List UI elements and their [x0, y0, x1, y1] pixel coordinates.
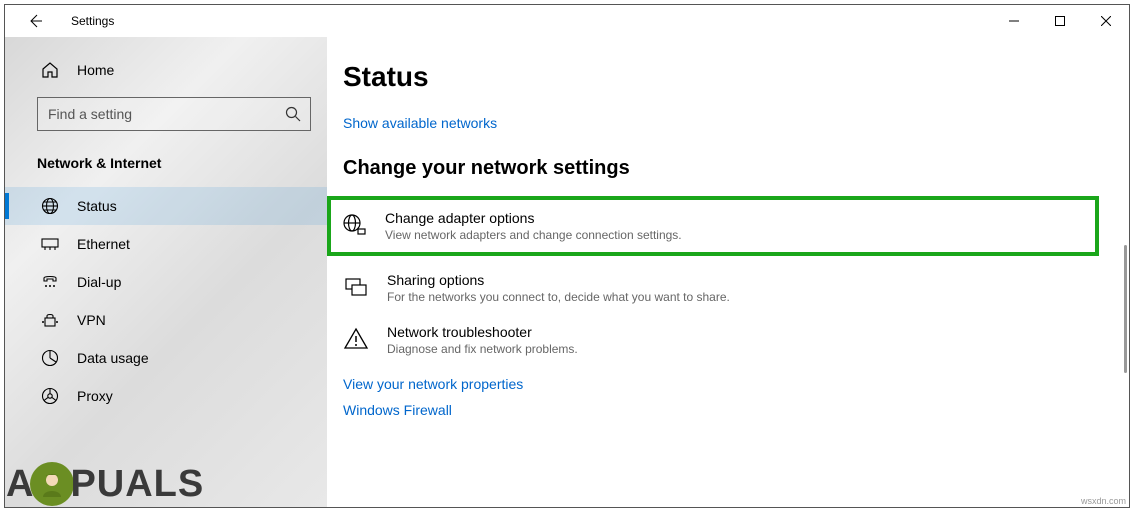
network-troubleshooter[interactable]: Network troubleshooter Diagnose and fix … — [343, 314, 1099, 366]
sidebar-item-data-usage[interactable]: Data usage — [5, 339, 327, 377]
minimize-button[interactable] — [991, 5, 1037, 37]
option-desc: Diagnose and fix network problems. — [387, 342, 578, 356]
sidebar-item-label: Status — [77, 198, 117, 214]
sidebar-item-vpn[interactable]: VPN — [5, 301, 327, 339]
home-icon — [41, 61, 59, 79]
close-button[interactable] — [1083, 5, 1129, 37]
sharing-options[interactable]: Sharing options For the networks you con… — [343, 262, 1099, 314]
watermark-logo: A PUALS — [6, 462, 204, 506]
proxy-icon — [41, 387, 59, 405]
change-adapter-options[interactable]: Change adapter options View network adap… — [341, 206, 1085, 246]
troubleshoot-icon — [343, 326, 369, 352]
maximize-button[interactable] — [1037, 5, 1083, 37]
main-content: Status Show available networks Change yo… — [327, 37, 1129, 507]
sidebar-category: Network & Internet — [5, 149, 327, 177]
ethernet-icon — [41, 235, 59, 253]
watermark-text: wsxdn.com — [1081, 496, 1126, 506]
arrow-left-icon — [27, 13, 43, 29]
sidebar-item-label: Proxy — [77, 388, 113, 404]
section-header: Change your network settings — [343, 157, 1099, 180]
sidebar-item-label: Data usage — [77, 350, 149, 366]
option-desc: View network adapters and change connect… — [385, 228, 682, 242]
home-nav[interactable]: Home — [5, 55, 327, 85]
sidebar-item-ethernet[interactable]: Ethernet — [5, 225, 327, 263]
settings-window: Settings Home — [4, 4, 1130, 508]
sharing-icon — [343, 274, 369, 300]
sidebar-item-dialup[interactable]: Dial-up — [5, 263, 327, 301]
option-title: Change adapter options — [385, 210, 682, 226]
minimize-icon — [1009, 16, 1019, 26]
sidebar-item-label: Ethernet — [77, 236, 130, 252]
home-label: Home — [77, 62, 114, 78]
option-title: Network troubleshooter — [387, 324, 578, 340]
option-desc: For the networks you connect to, decide … — [387, 290, 730, 304]
show-networks-link[interactable]: Show available networks — [343, 115, 497, 131]
vpn-icon — [41, 311, 59, 329]
highlighted-option: Change adapter options View network adap… — [327, 196, 1099, 256]
sidebar: Home Network & Internet Status Ether — [5, 37, 327, 507]
windows-firewall-link[interactable]: Windows Firewall — [343, 402, 1099, 418]
avatar-icon — [30, 462, 74, 506]
titlebar: Settings — [5, 5, 1129, 37]
globe-icon — [41, 197, 59, 215]
search-input[interactable] — [37, 97, 311, 131]
option-title: Sharing options — [387, 272, 730, 288]
dialup-icon — [41, 273, 59, 291]
back-button[interactable] — [23, 9, 47, 33]
sidebar-item-label: Dial-up — [77, 274, 121, 290]
sidebar-item-proxy[interactable]: Proxy — [5, 377, 327, 415]
sidebar-item-status[interactable]: Status — [5, 187, 327, 225]
data-usage-icon — [41, 349, 59, 367]
scrollbar-thumb[interactable] — [1124, 245, 1127, 373]
sidebar-item-label: VPN — [77, 312, 106, 328]
maximize-icon — [1055, 16, 1065, 26]
view-network-properties-link[interactable]: View your network properties — [343, 376, 1099, 392]
page-title: Status — [343, 61, 1099, 93]
adapter-icon — [341, 212, 367, 238]
window-title: Settings — [71, 14, 114, 28]
close-icon — [1101, 16, 1111, 26]
